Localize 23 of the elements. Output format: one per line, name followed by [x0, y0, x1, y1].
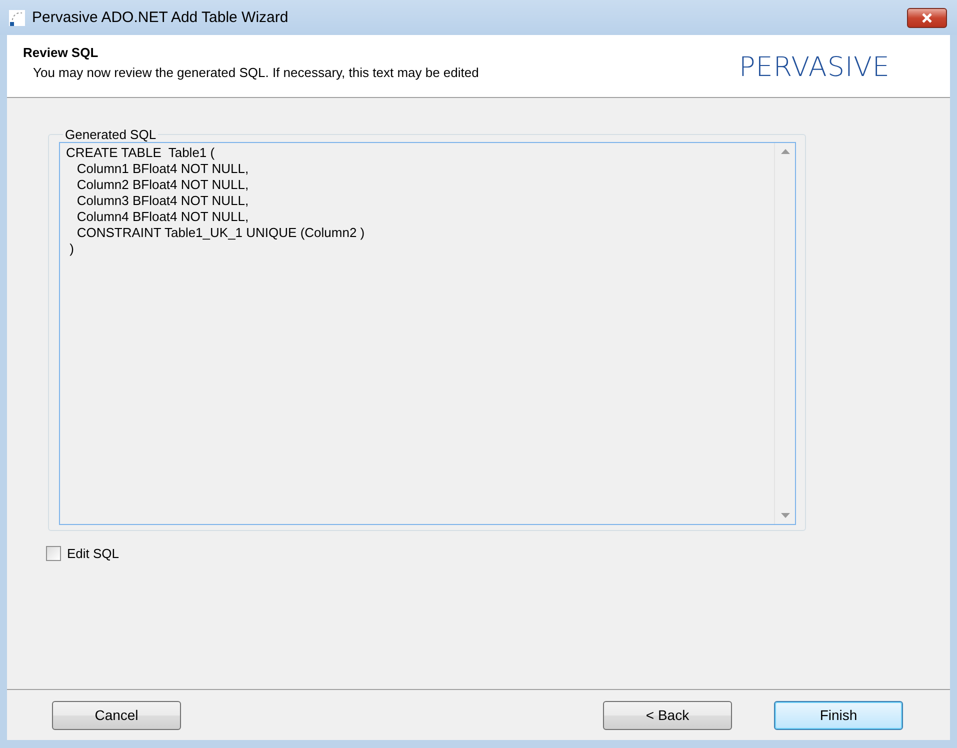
sql-line: CREATE TABLE Table1 ( [66, 145, 216, 161]
dialog-button[interactable]: < Back [603, 700, 732, 730]
app-icon [8, 8, 26, 26]
scroll-up-icon[interactable] [780, 149, 790, 154]
window-title: Pervasive ADO.NET Add Table Wizard [32, 9, 290, 26]
close-button[interactable] [907, 8, 947, 28]
logo: PERVASIVE [739, 52, 890, 83]
scroll-down-icon[interactable] [780, 513, 790, 518]
checkbox-label[interactable]: Edit SQL [67, 546, 120, 561]
sql-text-area[interactable]: CREATE TABLE Table1 ( Column1 BFloat4 NOT NULL, Column2 BFloat4 NOT NULL, Column3 BFloat4 NOT NULL, Column4 BFloat4 NOT NULL, CONSTRAINT Table1_UK_1 UNIQUE (Column2 ) ) [59, 142, 796, 525]
sql-line: Column2 BFloat4 NOT NULL, [76, 177, 250, 193]
page-title: Review SQL [23, 45, 100, 60]
group-label: Generated SQL [64, 127, 158, 142]
close-icon [921, 12, 933, 22]
sql-line: ) [68, 241, 75, 257]
page-subtitle: You may now review the generated SQL. If necessary, this text may be edited [33, 65, 479, 80]
sql-line: Column4 BFloat4 NOT NULL, [76, 209, 250, 225]
sql-line: Column3 BFloat4 NOT NULL, [76, 193, 250, 209]
checkbox[interactable] [46, 546, 61, 561]
sql-line: Column1 BFloat4 NOT NULL, [76, 161, 250, 177]
dialog-button[interactable]: Cancel [52, 700, 181, 730]
dialog-button[interactable]: Finish [774, 700, 903, 730]
sql-line: CONSTRAINT Table1_UK_1 UNIQUE (Column2 ) [76, 225, 366, 241]
